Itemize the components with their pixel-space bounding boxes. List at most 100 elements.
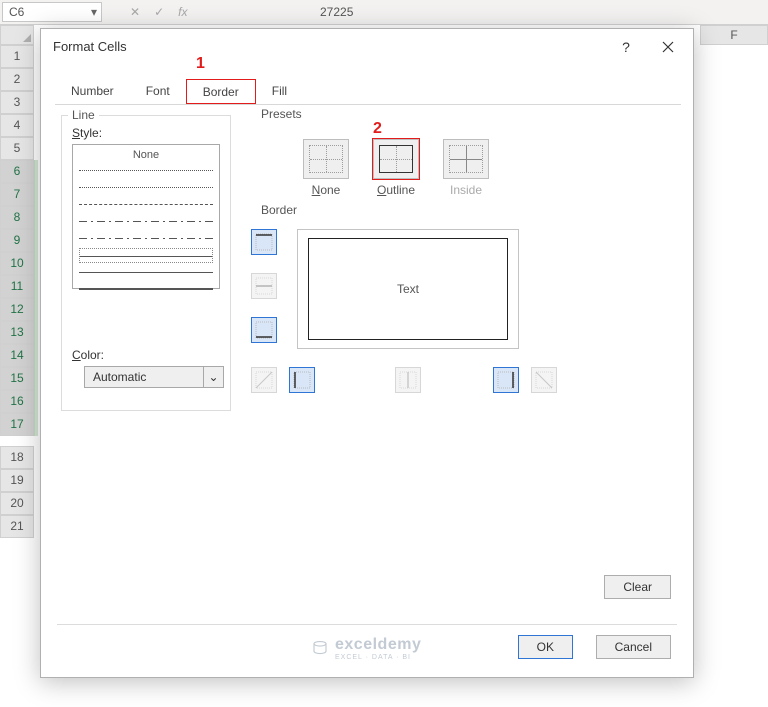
tab-fill[interactable]: Fill [256, 79, 303, 104]
row-header[interactable]: 2 [0, 68, 34, 91]
confirm-edit-icon: ✓ [154, 5, 164, 19]
border-right-button[interactable] [493, 367, 519, 393]
clear-label: Clear [623, 580, 652, 594]
line-color-combo[interactable]: Automatic [84, 366, 204, 388]
row-header[interactable]: 21 [0, 515, 34, 538]
border-left-button[interactable] [289, 367, 315, 393]
line-style-option[interactable] [79, 265, 213, 280]
row-header[interactable]: 16 [0, 390, 34, 413]
preset-inside-icon [443, 139, 489, 179]
row-header[interactable]: 9 [0, 229, 34, 252]
column-header-f[interactable]: F [700, 25, 768, 45]
annotation-2: 2 [373, 120, 382, 138]
formula-bar: C6 ▾ ✕ ✓ fx [0, 0, 768, 25]
line-group-legend: Line [68, 108, 99, 122]
row-header[interactable]: 12 [0, 298, 34, 321]
border-group: Border [251, 211, 651, 221]
line-style-option[interactable] [79, 231, 213, 246]
row-header[interactable]: 17 [0, 413, 34, 436]
line-style-option[interactable] [79, 282, 213, 297]
border-diag-down-button[interactable] [531, 367, 557, 393]
select-all-triangle[interactable] [0, 25, 34, 45]
line-color-dropdown-button[interactable]: ⌄ [204, 366, 224, 388]
row-header[interactable]: 1 [0, 45, 34, 68]
presets-group: Presets [251, 115, 651, 125]
tab-font[interactable]: Font [130, 79, 186, 104]
preview-text: Text [397, 282, 419, 296]
border-vmiddle-button[interactable] [395, 367, 421, 393]
diag-down-icon [535, 371, 553, 389]
row-header[interactable]: 6 [0, 160, 34, 183]
border-hmiddle-icon [255, 277, 273, 295]
border-right-icon [497, 371, 515, 389]
preset-none-icon [303, 139, 349, 179]
cancel-edit-icon: ✕ [130, 5, 140, 19]
preset-inside[interactable]: Inside [443, 139, 489, 197]
color-label: Color: [72, 348, 104, 362]
clear-button[interactable]: Clear [604, 575, 671, 599]
formula-input[interactable] [320, 2, 620, 22]
row-header[interactable]: 4 [0, 114, 34, 137]
cancel-button[interactable]: Cancel [596, 635, 671, 659]
preset-outline-icon [373, 139, 419, 179]
watermark-brand: exceldemy [335, 636, 421, 654]
row-header[interactable]: 14 [0, 344, 34, 367]
row-header[interactable]: 15 [0, 367, 34, 390]
database-icon [311, 640, 329, 658]
row-header[interactable]: 7 [0, 183, 34, 206]
tab-border[interactable]: Border [186, 79, 256, 104]
annotation-1: 1 [196, 55, 205, 73]
preset-none-label: None [303, 183, 349, 197]
chevron-down-icon: ⌄ [208, 370, 218, 384]
border-preview[interactable]: Text [297, 229, 519, 349]
line-style-option[interactable] [79, 163, 213, 178]
ok-button[interactable]: OK [518, 635, 573, 659]
row-header[interactable]: 8 [0, 206, 34, 229]
row-header[interactable]: 5 [0, 137, 34, 160]
row-header[interactable]: 20 [0, 492, 34, 515]
border-bottom-button[interactable] [251, 317, 277, 343]
line-style-option[interactable] [79, 180, 213, 195]
close-button[interactable] [651, 35, 685, 59]
watermark-tagline: EXCEL · DATA · BI [335, 654, 421, 661]
preset-outline[interactable]: Outline [373, 139, 419, 197]
close-icon [662, 41, 674, 53]
tab-strip: Number Font Border Fill [55, 79, 681, 105]
presets-legend: Presets [257, 107, 306, 121]
cancel-label: Cancel [615, 640, 652, 654]
watermark: exceldemy EXCEL · DATA · BI [311, 636, 421, 661]
border-top-icon [255, 233, 273, 251]
row-header[interactable]: 10 [0, 252, 34, 275]
preset-none[interactable]: None [303, 139, 349, 197]
border-legend: Border [257, 203, 301, 217]
border-top-button[interactable] [251, 229, 277, 255]
row-header[interactable]: 19 [0, 469, 34, 492]
selection-edge [34, 160, 38, 436]
border-diag-up-button[interactable] [251, 367, 277, 393]
name-box[interactable]: C6 ▾ [2, 2, 102, 22]
chevron-down-icon[interactable]: ▾ [91, 5, 97, 19]
line-group: Line SStyle:tyle: None Color: Automatic … [61, 115, 231, 411]
border-stage: Text [251, 229, 581, 405]
preset-outline-label: Outline [373, 183, 419, 197]
border-vmiddle-icon [399, 371, 417, 389]
dialog-titlebar[interactable]: Format Cells [41, 29, 693, 63]
help-button[interactable]: ? [611, 35, 641, 59]
line-style-option[interactable] [79, 197, 213, 212]
border-bottom-icon [255, 321, 273, 339]
border-hmiddle-button[interactable] [251, 273, 277, 299]
line-style-list[interactable]: None [72, 144, 220, 289]
line-style-none[interactable]: None [73, 149, 219, 161]
dialog-title: Format Cells [53, 39, 127, 54]
fx-icon[interactable]: fx [178, 5, 187, 19]
border-left-icon [293, 371, 311, 389]
line-color-value: Automatic [93, 370, 146, 384]
row-header[interactable]: 18 [0, 446, 34, 469]
preset-inside-label: Inside [443, 183, 489, 197]
row-header[interactable]: 3 [0, 91, 34, 114]
row-header[interactable]: 11 [0, 275, 34, 298]
line-style-option[interactable] [79, 214, 213, 229]
tab-number[interactable]: Number [55, 79, 130, 104]
row-header[interactable]: 13 [0, 321, 34, 344]
line-style-option-selected[interactable] [79, 248, 213, 263]
